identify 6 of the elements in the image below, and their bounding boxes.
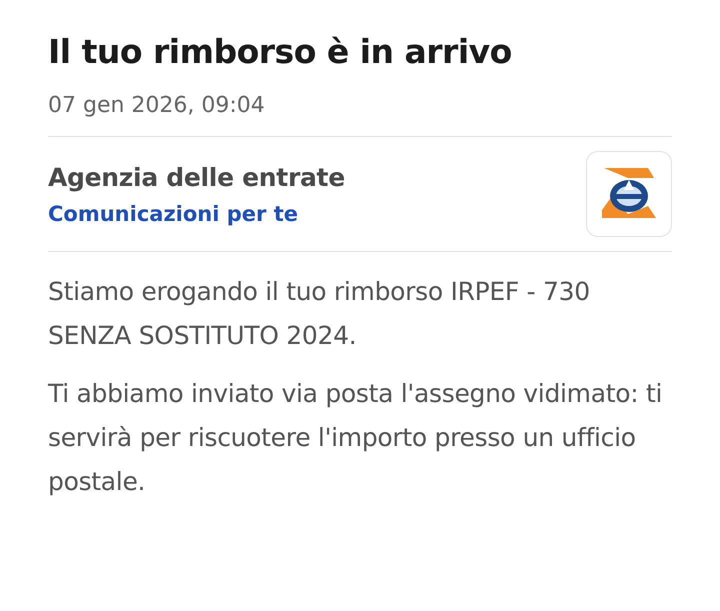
category-link[interactable]: Comunicazioni per te (48, 202, 345, 226)
message-title: Il tuo rimborso è in arrivo (48, 32, 513, 71)
message-date: 07 gen 2026, 09:04 (48, 93, 672, 137)
message-paragraph: Ti abbiamo inviato via posta l'assegno vidimato: ti servirà per riscuotere l'importo presso un ufficio postale. (48, 378, 664, 498)
message-paragraph: Stiamo erogando il tuo rimborso IRPEF - 730 SENZA SOSTITUTO 2024. (48, 276, 591, 352)
sender-name: Agenzia delle entrate (48, 162, 345, 192)
